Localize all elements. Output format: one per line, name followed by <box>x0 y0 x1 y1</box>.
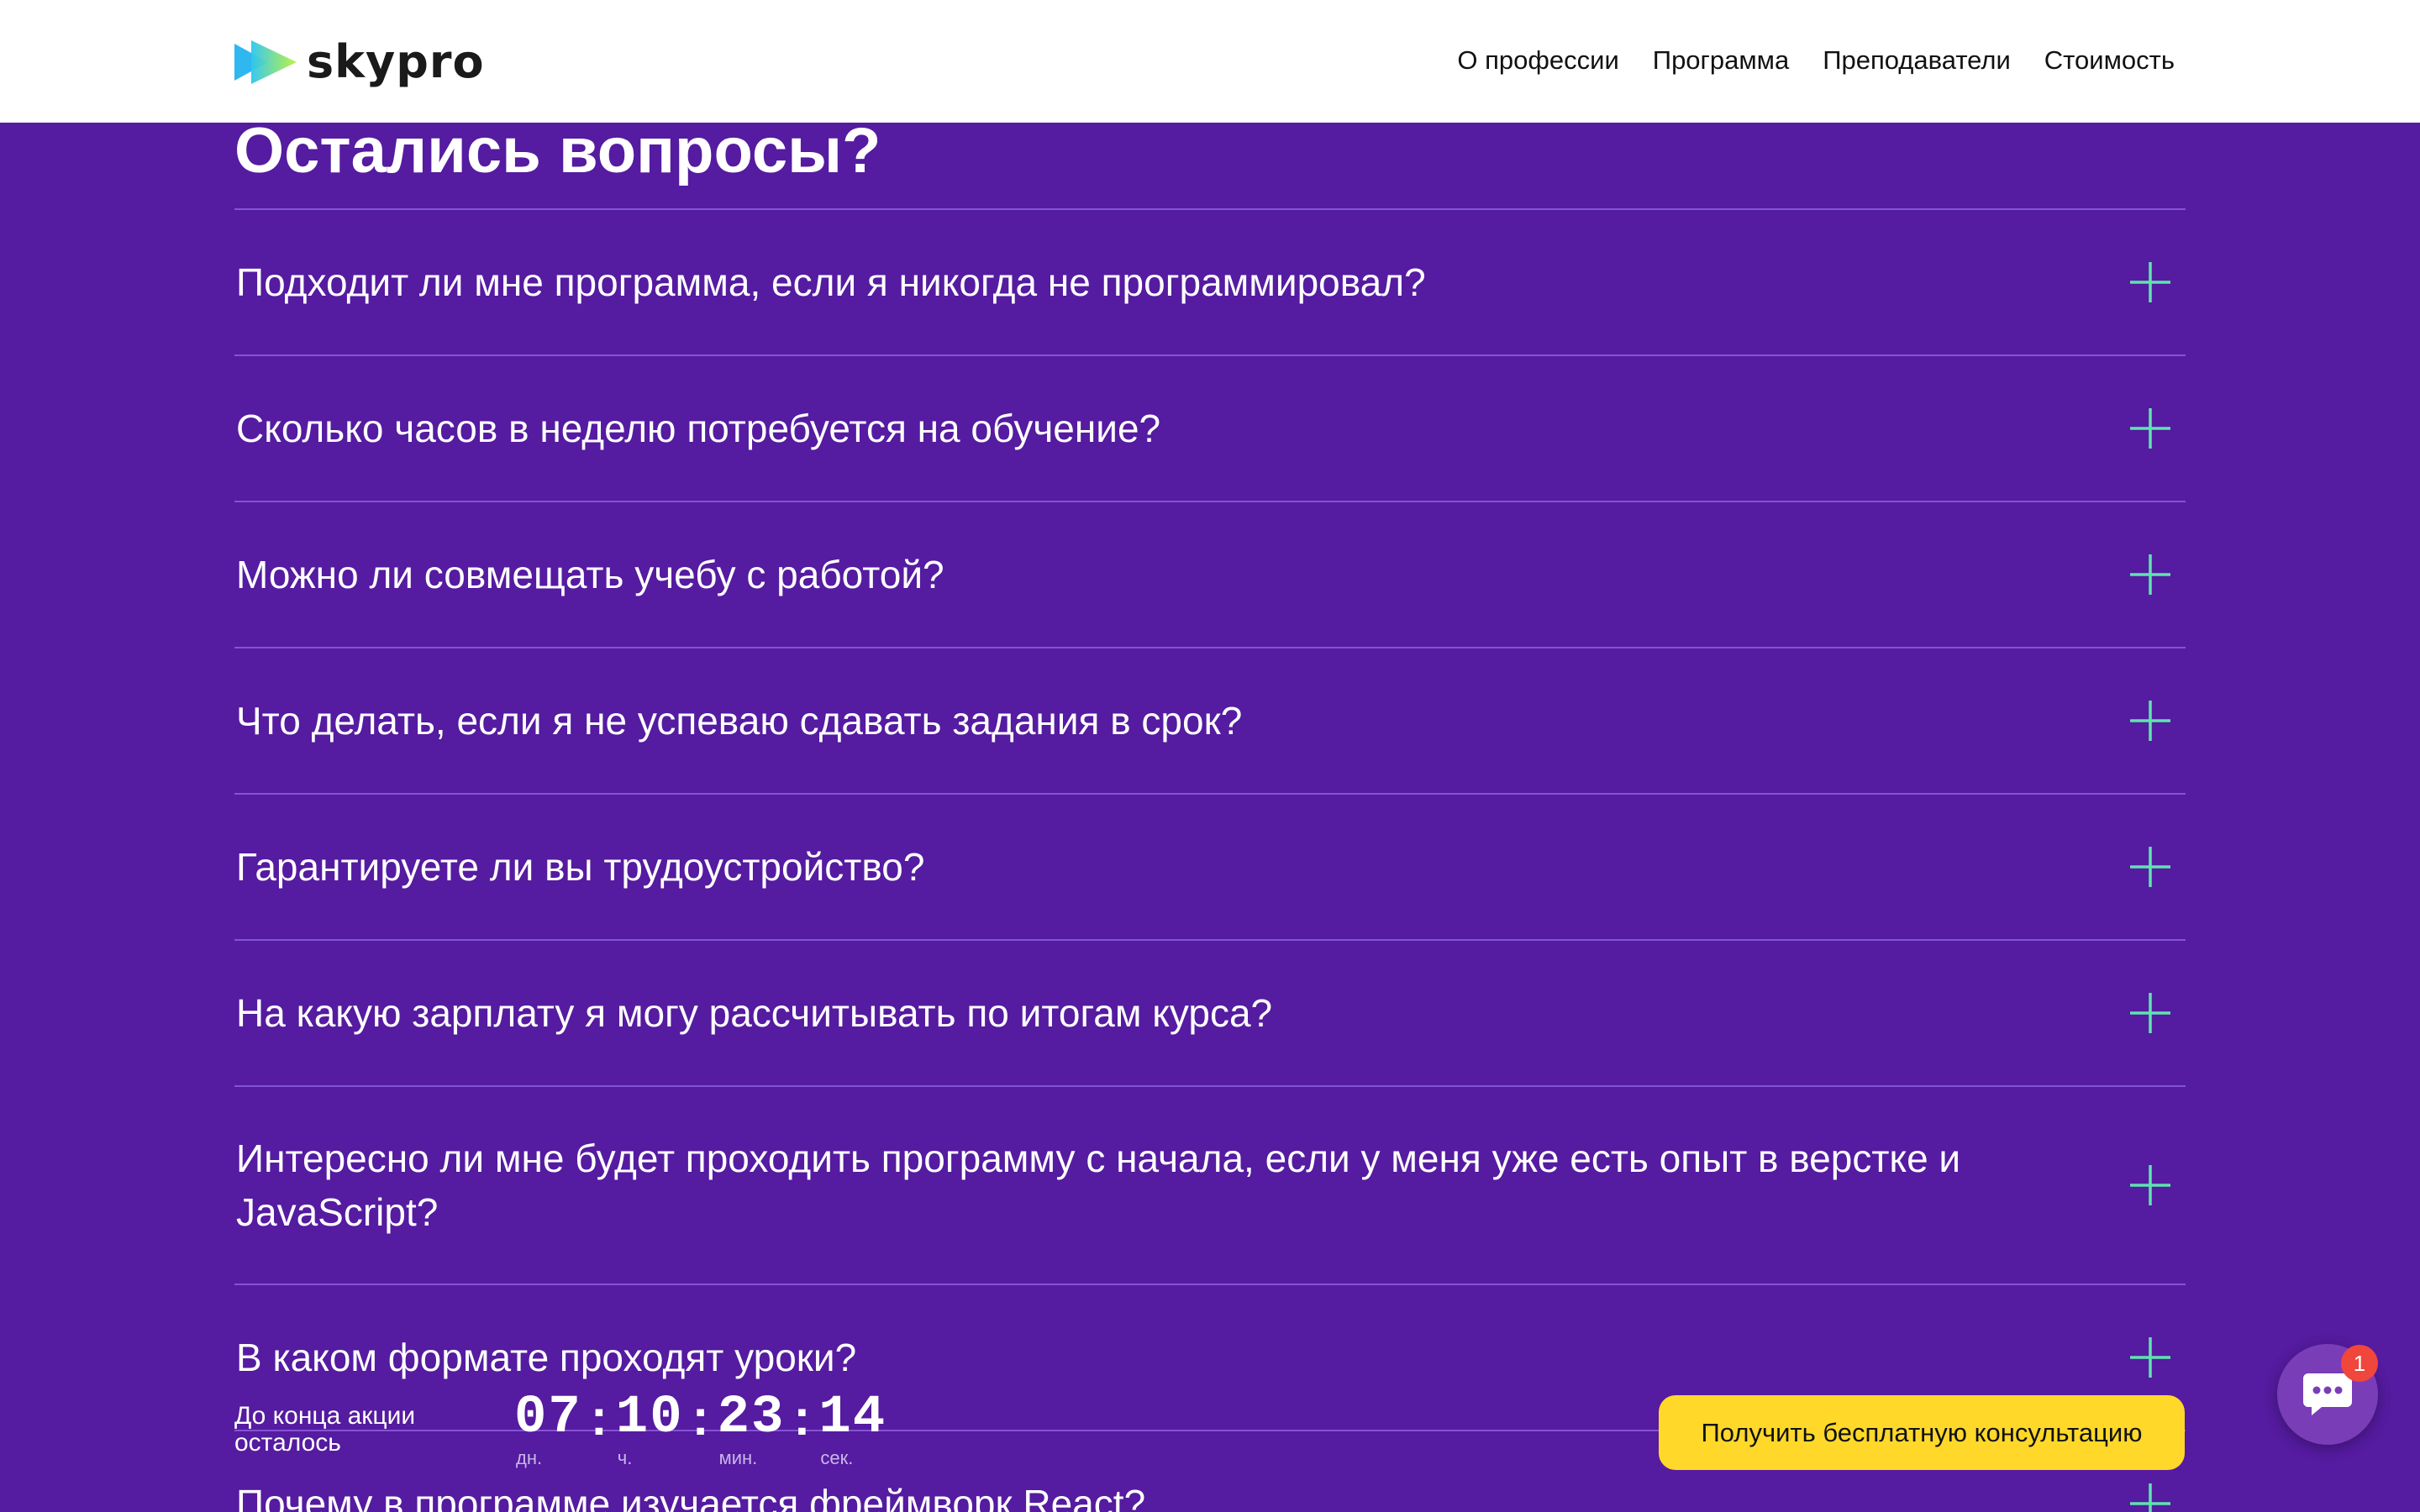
faq-item[interactable]: Интересно ли мне будет проходить програм… <box>234 1087 2186 1285</box>
faq-item[interactable]: Сколько часов в неделю потребуется на об… <box>234 356 2186 502</box>
timer-separator: : <box>692 1389 709 1446</box>
logo-text: skypro <box>307 35 485 88</box>
plus-icon[interactable] <box>2128 1482 2172 1512</box>
plus-icon[interactable] <box>2128 1163 2172 1207</box>
timer-separator: : <box>590 1389 608 1446</box>
timer-hours: 10 ч. <box>616 1391 684 1468</box>
faq-question: Подходит ли мне программа, если я никогд… <box>236 260 1426 304</box>
faq-section: Остались вопросы? Подходит ли мне програ… <box>234 109 2186 1512</box>
chat-icon <box>2303 1373 2352 1415</box>
faq-item[interactable]: На какую зарплату я могу рассчитывать по… <box>234 941 2186 1087</box>
faq-question: Можно ли совмещать учебу с работой? <box>236 553 944 596</box>
timer-seconds-unit: сек. <box>820 1447 854 1468</box>
promo-countdown-label: До конца акции осталось <box>234 1402 416 1457</box>
timer-separator: : <box>793 1389 811 1446</box>
timer-days-unit: дн. <box>516 1447 543 1468</box>
site-header: skypro О профессии Программа Преподавате… <box>0 0 2420 123</box>
timer-days: 07 дн. <box>514 1391 582 1468</box>
faq-question: В каком формате проходят уроки? <box>236 1336 857 1379</box>
faq-question: Почему в программе изучается фреймворк R… <box>236 1482 1146 1512</box>
plus-icon[interactable] <box>2128 1336 2172 1379</box>
faq-question: На какую зарплату я могу рассчитывать по… <box>236 991 1273 1035</box>
plus-icon[interactable] <box>2128 407 2172 450</box>
plus-icon[interactable] <box>2128 991 2172 1035</box>
nav-teachers[interactable]: Преподаватели <box>1823 44 2011 77</box>
faq-question: Интересно ли мне будет проходить програм… <box>236 1137 1961 1234</box>
faq-item[interactable]: Гарантируете ли вы трудоустройство? <box>234 795 2186 941</box>
timer-days-value: 07 <box>514 1388 582 1448</box>
faq-question: Сколько часов в неделю потребуется на об… <box>236 407 1161 450</box>
plus-icon[interactable] <box>2128 553 2172 596</box>
plus-icon[interactable] <box>2128 845 2172 889</box>
logo-mark-icon <box>234 40 297 84</box>
nav-program[interactable]: Программа <box>1653 44 1789 77</box>
free-consultation-button[interactable]: Получить бесплатную консультацию <box>1659 1395 2185 1470</box>
timer-hours-unit: ч. <box>617 1447 633 1468</box>
timer-minutes-value: 23 <box>717 1388 786 1448</box>
faq-title: Остались вопросы? <box>234 115 881 186</box>
nav-about-profession[interactable]: О профессии <box>1457 44 1618 77</box>
faq-item[interactable]: Подходит ли мне программа, если я никогд… <box>234 210 2186 356</box>
timer-minutes-unit: мин. <box>718 1447 758 1468</box>
faq-question: Что делать, если я не успеваю сдавать за… <box>236 699 1243 743</box>
timer-hours-value: 10 <box>615 1388 684 1448</box>
timer-seconds-value: 14 <box>818 1388 887 1448</box>
countdown-timer: 07 дн. : 10 ч. : 23 мин. : 14 сек. <box>514 1391 886 1468</box>
faq-list: Подходит ли мне программа, если я никогд… <box>234 208 2186 1512</box>
faq-question: Гарантируете ли вы трудоустройство? <box>236 845 925 889</box>
faq-item[interactable]: Можно ли совмещать учебу с работой? <box>234 502 2186 648</box>
chat-notification-badge: 1 <box>2341 1345 2378 1382</box>
faq-item[interactable]: Что делать, если я не успеваю сдавать за… <box>234 648 2186 795</box>
timer-seconds: 14 сек. <box>818 1391 886 1468</box>
skypro-logo[interactable]: skypro <box>234 37 485 87</box>
plus-icon[interactable] <box>2128 260 2172 304</box>
nav-price[interactable]: Стоимость <box>2044 44 2175 77</box>
plus-icon[interactable] <box>2128 699 2172 743</box>
main-nav: О профессии Программа Преподаватели Стои… <box>1457 44 2175 77</box>
timer-minutes: 23 мин. <box>718 1391 786 1468</box>
